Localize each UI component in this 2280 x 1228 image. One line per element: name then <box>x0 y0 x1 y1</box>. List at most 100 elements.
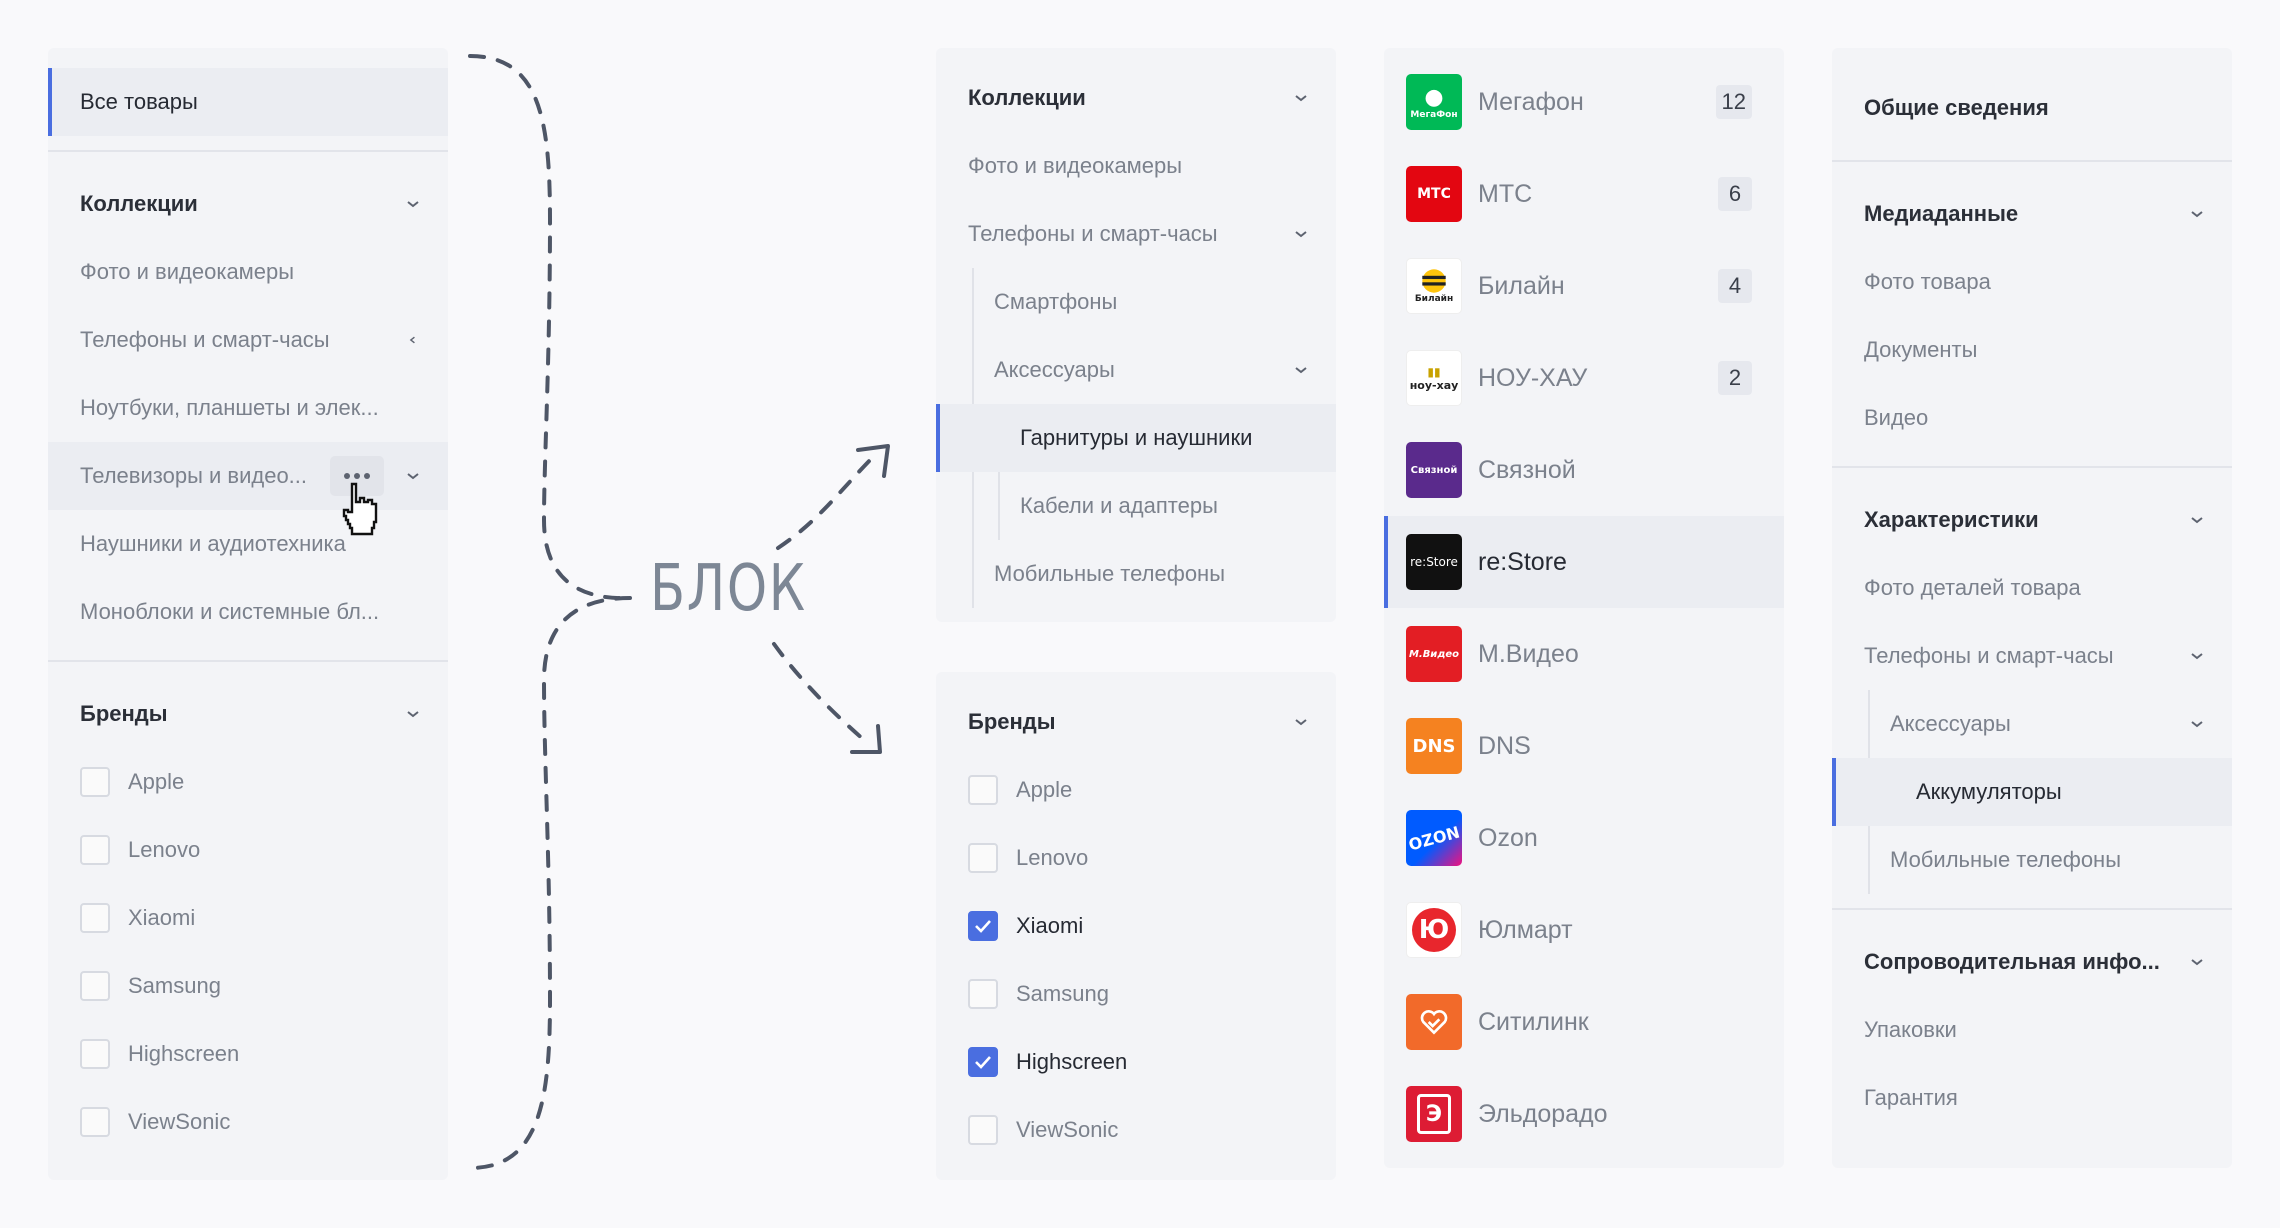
chevron-down-icon[interactable] <box>402 465 424 487</box>
specs-item[interactable]: Телефоны и смарт-часы <box>1832 622 2232 690</box>
media-item[interactable]: Видео <box>1832 384 2232 452</box>
specs-subsub-item-active[interactable]: Аккумуляторы <box>1832 758 2232 826</box>
chevron-down-icon[interactable] <box>2186 203 2208 225</box>
chevron-down-icon[interactable] <box>402 193 424 215</box>
subsub-item[interactable]: Кабели и адаптеры <box>936 472 1336 540</box>
chevron-down-icon[interactable] <box>2186 951 2208 973</box>
accompanying-header[interactable]: Сопроводительная инфо... <box>1832 928 2232 996</box>
media-item[interactable]: Документы <box>1832 316 2232 384</box>
checkbox[interactable] <box>80 767 110 797</box>
checkbox[interactable] <box>80 835 110 865</box>
brand-label: Samsung <box>128 973 221 998</box>
brand-checkbox-row-checked[interactable]: Highscreen <box>936 1028 1336 1096</box>
shop-item-svyaznoy[interactable]: Связной Связной <box>1384 424 1784 516</box>
collection-item-label: Телевизоры и видео... <box>80 463 308 488</box>
count-badge: 4 <box>1718 269 1752 303</box>
collections-header[interactable]: Коллекции <box>48 170 448 238</box>
accompanying-item[interactable]: Гарантия <box>1832 1064 2232 1132</box>
accompanying-item-label: Упаковки <box>1864 1017 1957 1042</box>
specs-subitem-label: Мобильные телефоны <box>1890 847 2122 872</box>
shop-item-ulmart[interactable]: Ю Юлмарт <box>1384 884 1784 976</box>
shop-item-restore-active[interactable]: re:Store re:Store <box>1384 516 1784 608</box>
specs-subitem[interactable]: Мобильные телефоны <box>1832 826 2232 894</box>
shop-item-citilink[interactable]: Ситилинк <box>1384 976 1784 1068</box>
brand-checkbox-row[interactable]: ViewSonic <box>48 1088 448 1156</box>
collection-item[interactable]: Фото и видеокамеры <box>936 132 1336 200</box>
media-item-label: Фото товара <box>1864 269 1991 294</box>
shop-item-dns[interactable]: DNS DNS <box>1384 700 1784 792</box>
shop-item-ozon[interactable]: OZON Ozon <box>1384 792 1784 884</box>
chevron-down-icon[interactable] <box>2186 713 2208 735</box>
brand-checkbox-row[interactable]: Lenovo <box>936 824 1336 892</box>
collection-item[interactable]: Ноутбуки, планшеты и элек... <box>48 374 448 442</box>
chevron-down-icon[interactable] <box>1290 359 1312 381</box>
shop-item-nou-hau[interactable]: ▮▮ ноу-хау НОУ-ХАУ 2 <box>1384 332 1784 424</box>
collection-item[interactable]: Телефоны и смарт-часы <box>48 306 448 374</box>
collection-item[interactable]: Фото и видеокамеры <box>48 238 448 306</box>
specs-title: Характеристики <box>1864 507 2039 532</box>
checkbox[interactable] <box>968 843 998 873</box>
chevron-down-icon[interactable] <box>2186 645 2208 667</box>
shop-item-eldorado[interactable]: Э Эльдорадо <box>1384 1068 1784 1160</box>
specs-item[interactable]: Фото деталей товара <box>1832 554 2232 622</box>
brand-checkbox-row[interactable]: Samsung <box>48 952 448 1020</box>
collection-item-hovered[interactable]: Телевизоры и видео... <box>48 442 448 536</box>
brand-checkbox-row-checked[interactable]: Xiaomi <box>936 892 1336 960</box>
checkbox[interactable] <box>80 1107 110 1137</box>
chevron-down-icon[interactable] <box>402 703 424 725</box>
accompanying-item[interactable]: Упаковки <box>1832 996 2232 1064</box>
collection-item[interactable]: Наушники и аудиотехника <box>48 510 448 578</box>
brand-checkbox-row[interactable]: Highscreen <box>48 1020 448 1088</box>
brand-checkbox-row[interactable]: Apple <box>48 748 448 816</box>
chevron-down-icon[interactable] <box>1290 711 1312 733</box>
checkbox-checked[interactable] <box>968 911 998 941</box>
checkbox[interactable] <box>80 971 110 1001</box>
shop-name: Ситилинк <box>1478 1007 1589 1036</box>
media-item[interactable]: Фото товара <box>1832 248 2232 316</box>
checkbox-checked[interactable] <box>968 1047 998 1077</box>
subcollection-item[interactable]: Аксессуары <box>936 336 1336 404</box>
brand-checkbox-row[interactable]: ViewSonic <box>936 1096 1336 1164</box>
checkbox[interactable] <box>968 775 998 805</box>
brands-header[interactable]: Бренды <box>936 688 1336 756</box>
all-products-label: Все товары <box>80 89 198 114</box>
chevron-down-icon[interactable] <box>1290 223 1312 245</box>
brand-checkbox-row[interactable]: Apple <box>936 756 1336 824</box>
collection-item[interactable]: Моноблоки и системные бл... <box>48 578 448 646</box>
collection-item-label: Телефоны и смарт-часы <box>968 221 1218 246</box>
accompanying-title: Сопроводительная инфо... <box>1864 949 2160 974</box>
media-header[interactable]: Медиаданные <box>1832 180 2232 248</box>
shop-item-megafon[interactable]: ● МегаФон Мегафон 12 <box>1384 56 1784 148</box>
checkbox[interactable] <box>80 1039 110 1069</box>
chevron-down-icon[interactable] <box>2186 509 2208 531</box>
subsub-item-active[interactable]: Гарнитуры и наушники <box>936 404 1336 472</box>
shop-name: МТС <box>1478 179 1533 208</box>
shop-name: НОУ-ХАУ <box>1478 363 1588 392</box>
all-products-item[interactable]: Все товары <box>48 68 448 136</box>
brand-checkbox-row[interactable]: Lenovo <box>48 816 448 884</box>
shop-item-mts[interactable]: МТС МТС 6 <box>1384 148 1784 240</box>
chevron-left-icon[interactable] <box>402 329 424 351</box>
count-badge: 12 <box>1715 85 1752 119</box>
specs-subitem[interactable]: Аксессуары <box>1832 690 2232 758</box>
shop-item-beeline[interactable]: Билайн Билайн 4 <box>1384 240 1784 332</box>
brands-header[interactable]: Бренды <box>48 680 448 748</box>
chevron-down-icon[interactable] <box>1290 87 1312 109</box>
shop-item-mvideo[interactable]: М.Видео М.Видео <box>1384 608 1784 700</box>
megafon-logo-icon: ● МегаФон <box>1406 74 1462 130</box>
checkbox[interactable] <box>968 979 998 1009</box>
brand-label: Highscreen <box>1016 1049 1128 1074</box>
checkbox[interactable] <box>968 1115 998 1145</box>
mvideo-logo-icon: М.Видео <box>1406 626 1462 682</box>
brand-checkbox-row[interactable]: Xiaomi <box>48 884 448 952</box>
general-info-item[interactable]: Общие сведения <box>1832 74 2232 142</box>
checkbox[interactable] <box>80 903 110 933</box>
subcollection-item[interactable]: Смартфоны <box>936 268 1336 336</box>
brand-checkbox-row[interactable]: Samsung <box>936 960 1336 1028</box>
collection-item[interactable]: Телефоны и смарт-часы <box>936 200 1336 268</box>
collections-header[interactable]: Коллекции <box>936 64 1336 132</box>
panel-shops: ● МегаФон Мегафон 12 МТС МТС 6 Билайн Бил… <box>1384 48 1784 1168</box>
specs-header[interactable]: Характеристики <box>1832 486 2232 554</box>
panel-filters-expanded: Все товары Коллекции Фото и видеокамеры … <box>48 48 448 1180</box>
subcollection-item[interactable]: Мобильные телефоны <box>936 540 1336 608</box>
